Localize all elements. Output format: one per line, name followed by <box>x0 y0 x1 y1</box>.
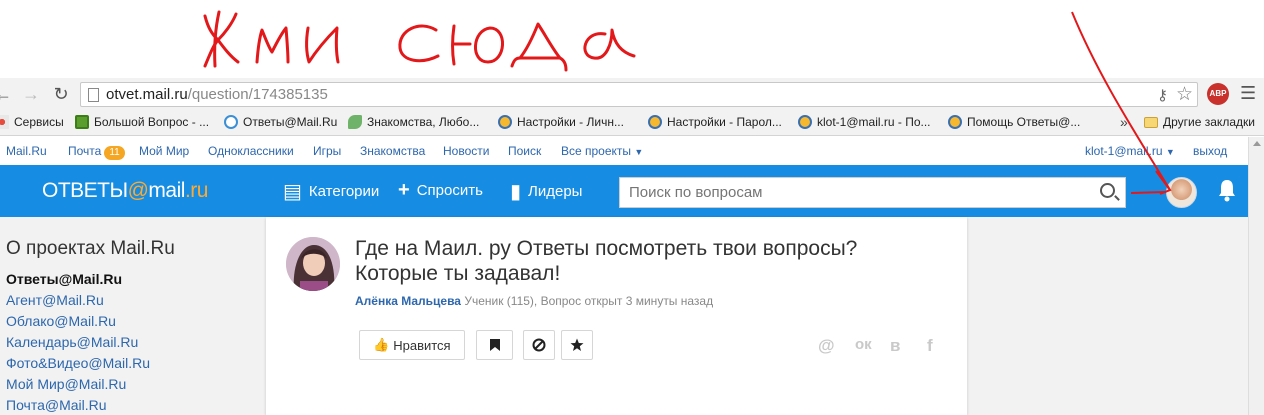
nav-ask[interactable]: + Спросить <box>398 179 483 202</box>
portal-link-games[interactable]: Игры <box>313 144 341 158</box>
portal-link-dating[interactable]: Знакомства <box>360 144 425 158</box>
folder-icon <box>1144 116 1158 128</box>
question-mark-icon <box>224 115 238 129</box>
question-meta: Алёнка Мальцева Ученик (115), Вопрос отк… <box>355 294 714 308</box>
screenshot-root: ← → ↻ otvet.mail.ru/question/174385135 ⚷… <box>0 0 1264 415</box>
site-header: ОТВЕТЫ@mail.ru ▤ Категории + Спросить ▮ Лид… <box>0 165 1248 217</box>
bookmark-big-question[interactable]: Большой Вопрос - ... <box>75 115 209 129</box>
address-bar[interactable]: otvet.mail.ru/question/174385135 ⚷ ☆ <box>80 82 1198 107</box>
portal-link-news[interactable]: Новости <box>443 144 489 158</box>
search-input[interactable] <box>620 178 1090 207</box>
bookmark-otvety[interactable]: Ответы@Mail.Ru <box>224 115 337 129</box>
question-card: Где на Маил. ру Ответы посмотреть твои в… <box>266 217 967 415</box>
forward-icon[interactable]: → <box>20 83 42 105</box>
bookmark-other[interactable]: Другие закладки <box>1144 115 1255 129</box>
nav-leaders[interactable]: ▮ Лидеры <box>510 179 582 204</box>
key-icon[interactable]: ⚷ <box>1157 86 1168 104</box>
report-button[interactable] <box>523 330 555 360</box>
portal-link-mailru[interactable]: Mail.Ru <box>6 144 47 158</box>
bookmarks-overflow-chevron[interactable]: » <box>1120 114 1128 130</box>
bookmark-dating[interactable]: Знакомства, Любо... <box>348 115 479 129</box>
bookmark-button[interactable] <box>476 330 513 360</box>
search-icon[interactable] <box>1100 183 1115 198</box>
mailru-at-icon <box>648 115 662 129</box>
url-text: otvet.mail.ru/question/174385135 <box>106 86 328 103</box>
sidebar-title: О проектах Mail.Ru <box>6 238 175 259</box>
site-logo[interactable]: ОТВЕТЫ@mail.ru <box>42 179 208 203</box>
share-mailru-icon[interactable]: @ <box>818 336 835 356</box>
search-box <box>619 177 1126 208</box>
bookmark-mailbox[interactable]: klot-1@mail.ru - По... <box>798 115 931 129</box>
sidebar-item-otvety[interactable]: Ответы@Mail.Ru <box>6 271 122 287</box>
list-icon: ▤ <box>283 181 302 203</box>
browser-toolbar: ← → ↻ otvet.mail.ru/question/174385135 ⚷… <box>0 78 1264 111</box>
author-avatar[interactable] <box>286 237 340 291</box>
adblock-extension-icon[interactable]: ABP <box>1207 83 1229 105</box>
portal-bar: Mail.Ru Почта 11 Мой Мир Одноклассники Иг… <box>0 137 1248 164</box>
page-icon <box>88 88 99 102</box>
dating-icon <box>348 115 362 129</box>
back-icon[interactable]: ← <box>0 83 14 105</box>
bell-icon[interactable] <box>1217 178 1237 202</box>
sidebar-item-myworld[interactable]: Мой Мир@Mail.Ru <box>6 376 126 392</box>
portal-link-myworld[interactable]: Мой Мир <box>139 144 189 158</box>
star-icon <box>570 338 584 351</box>
bar-chart-icon: ▮ <box>510 181 522 203</box>
user-avatar[interactable] <box>1166 177 1197 208</box>
portal-link-ok[interactable]: Одноклассники <box>208 144 294 158</box>
bookmark-icon <box>489 339 500 351</box>
portal-link-all-projects[interactable]: Все проекты ▼ <box>561 144 643 158</box>
portal-link-search[interactable]: Поиск <box>508 144 541 158</box>
chevron-down-icon: ▼ <box>1165 147 1175 157</box>
share-facebook-icon[interactable]: f <box>927 336 933 356</box>
nav-categories[interactable]: ▤ Категории <box>283 179 379 204</box>
like-button[interactable]: 👍 Нравится <box>359 330 465 360</box>
author-name-link[interactable]: Алёнка Мальцева <box>355 294 461 308</box>
share-vkontakte-icon[interactable]: в <box>890 336 900 356</box>
user-email-menu[interactable]: klot-1@mail.ru ▼ <box>1085 144 1175 158</box>
bookmark-settings-password[interactable]: Настройки - Парол... <box>648 115 782 129</box>
bookmark-settings-personal[interactable]: Настройки - Личн... <box>498 115 624 129</box>
mailru-at-icon <box>498 115 512 129</box>
share-odnoklassniki-icon[interactable]: ок <box>855 336 872 353</box>
logout-link[interactable]: выход <box>1193 144 1227 158</box>
plus-icon: + <box>398 179 410 201</box>
favorite-button[interactable] <box>561 330 593 360</box>
question-title: Где на Маил. ру Ответы посмотреть твои в… <box>355 237 858 285</box>
thumbs-up-icon: 👍 <box>373 337 390 352</box>
mail-count-badge: 11 <box>104 146 125 160</box>
chevron-down-icon: ▼ <box>634 147 644 157</box>
mailru-at-icon <box>948 115 962 129</box>
big-question-icon <box>75 115 89 129</box>
sidebar-item-agent[interactable]: Агент@Mail.Ru <box>6 292 104 308</box>
bookmark-star-icon[interactable]: ☆ <box>1176 83 1193 106</box>
sidebar-item-mail[interactable]: Почта@Mail.Ru <box>6 397 107 413</box>
sidebar-item-photo-video[interactable]: Фото&Видео@Mail.Ru <box>6 355 150 371</box>
browser-menu-icon[interactable]: ☰ <box>1240 83 1256 104</box>
block-icon <box>532 338 546 352</box>
bookmark-help[interactable]: Помощь Ответы@... <box>948 115 1080 129</box>
bookmarks-bar: Сервисы Большой Вопрос - ... Ответы@Mail… <box>0 111 1264 136</box>
top-blank-area <box>0 0 1264 78</box>
sidebar-item-cloud[interactable]: Облако@Mail.Ru <box>6 313 116 329</box>
sidebar-item-calendar[interactable]: Календарь@Mail.Ru <box>6 334 138 350</box>
reload-icon[interactable]: ↻ <box>50 83 72 105</box>
mailru-at-icon <box>798 115 812 129</box>
page-scrollbar[interactable] <box>1248 137 1264 415</box>
portal-link-mail[interactable]: Почта 11 <box>68 144 125 160</box>
apps-icon <box>0 115 9 129</box>
scroll-up-icon[interactable] <box>1253 141 1261 146</box>
bookmark-services[interactable]: Сервисы <box>0 115 64 129</box>
